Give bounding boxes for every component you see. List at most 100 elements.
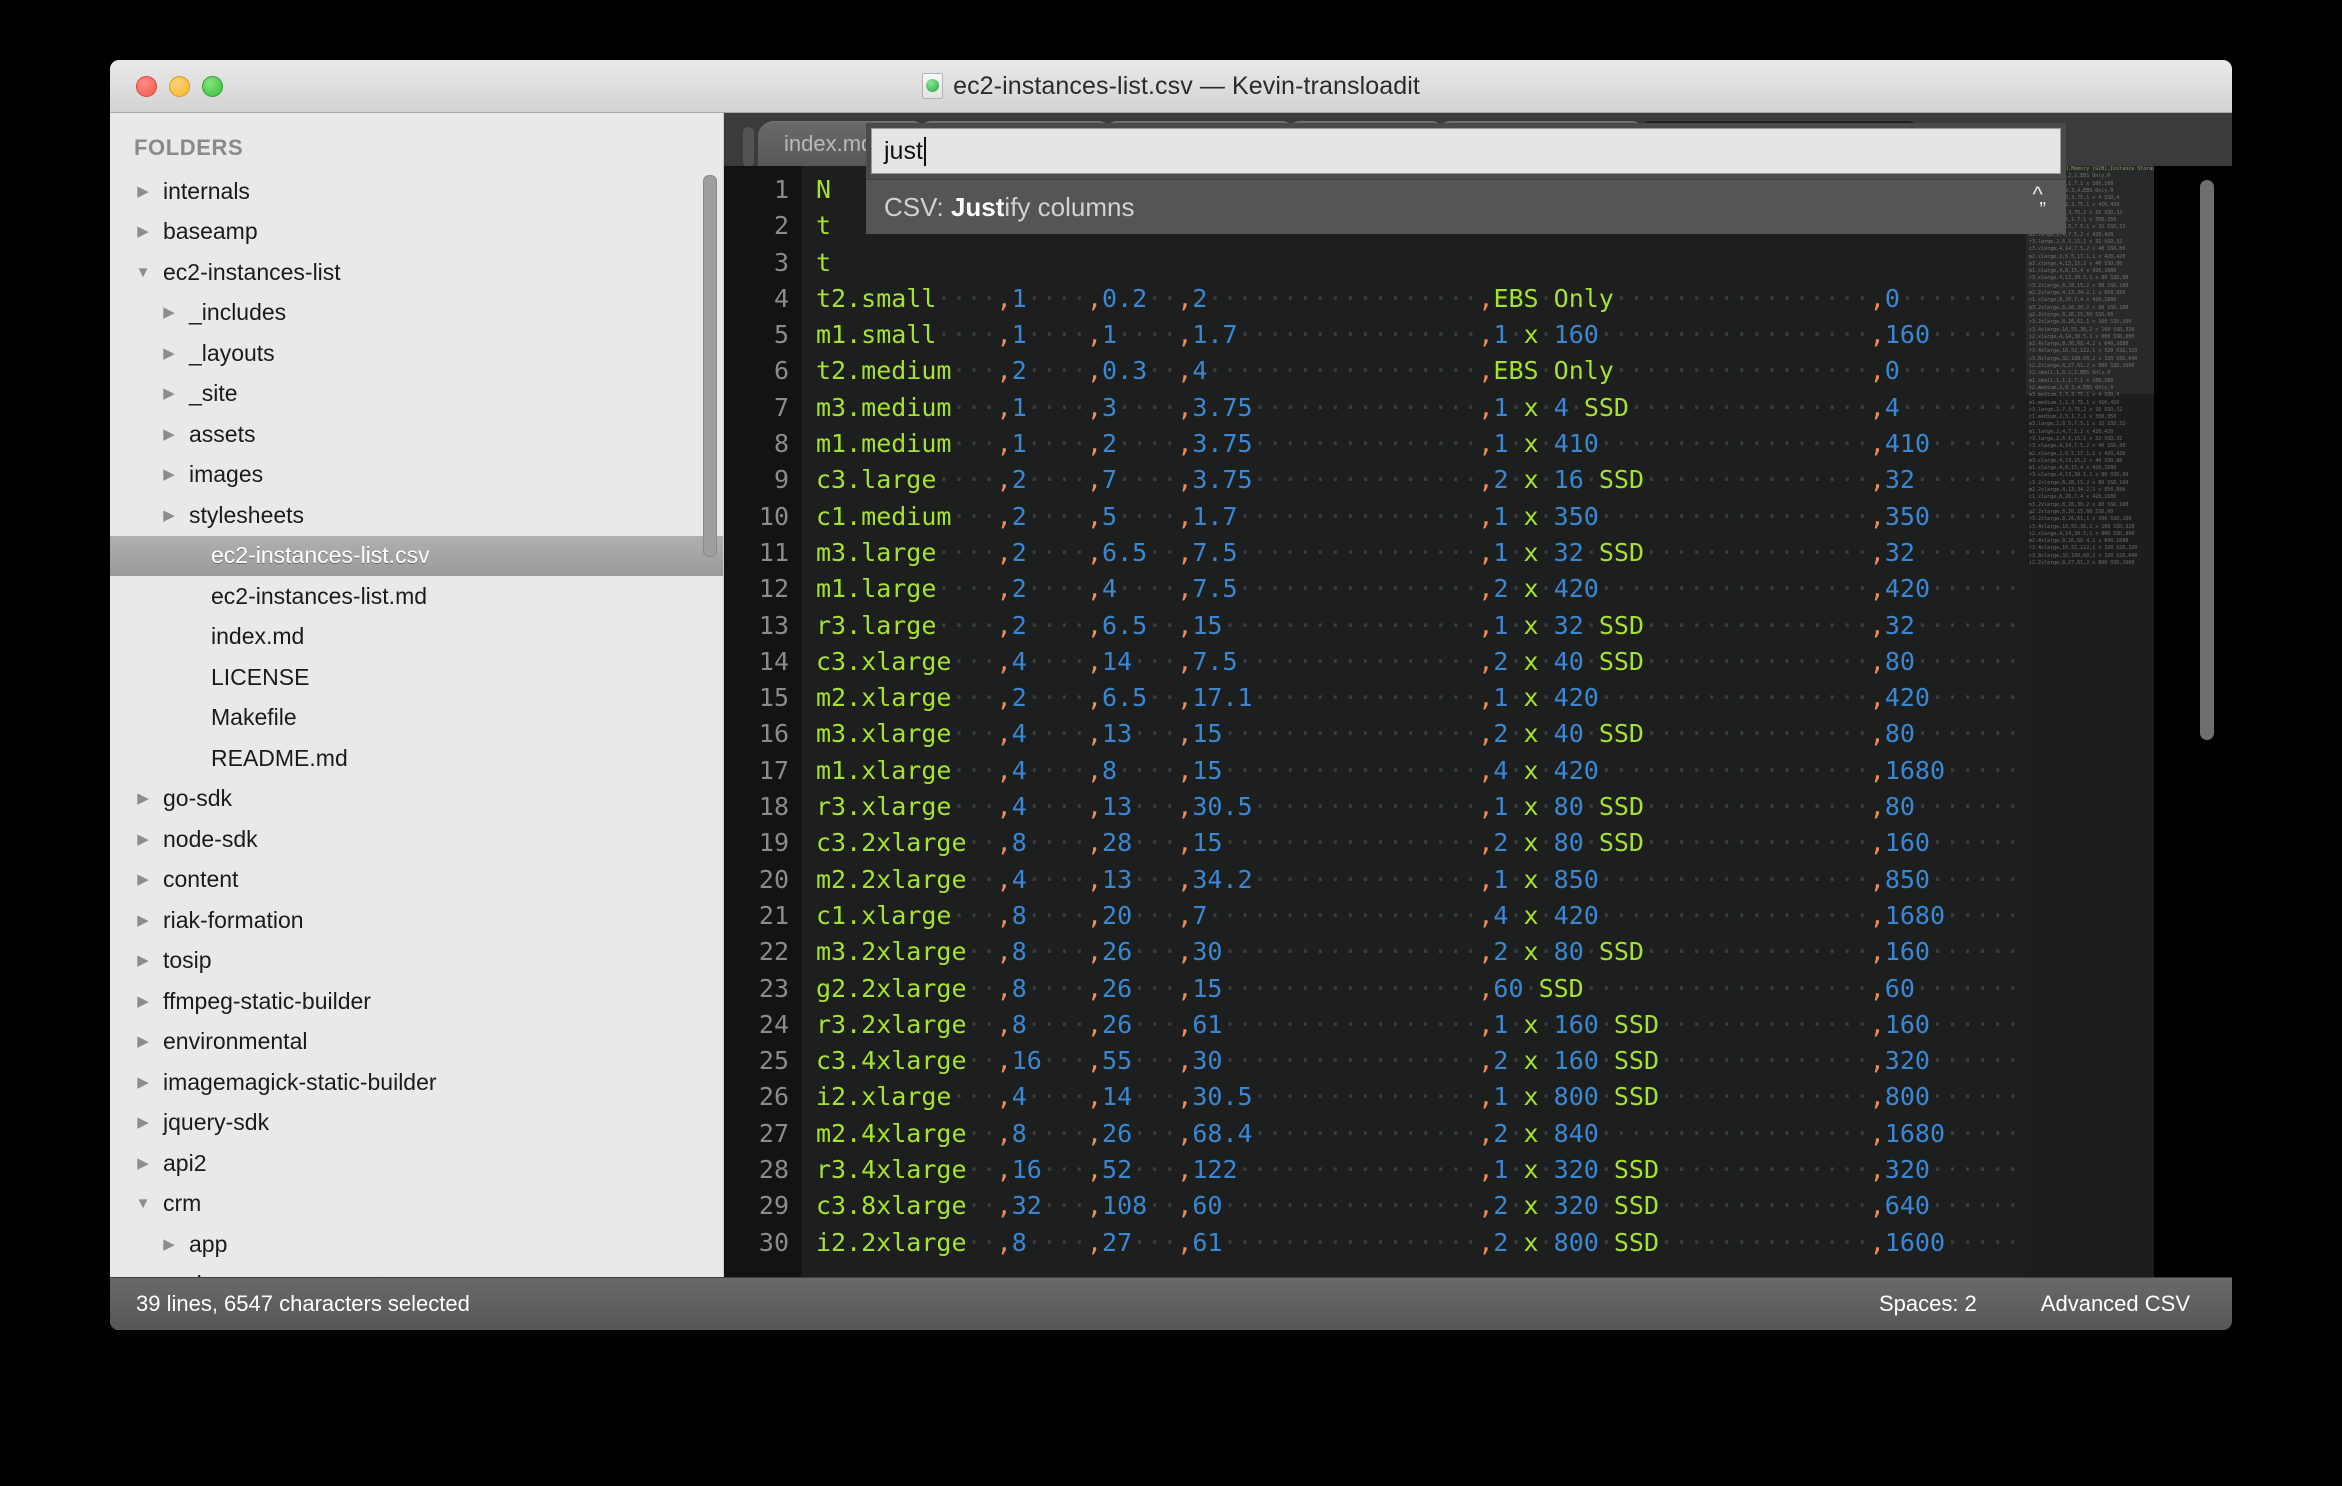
sidebar-item-label: _site xyxy=(189,380,238,407)
code-line: m1.medium···,1····,2····,3.75···········… xyxy=(816,429,2036,459)
sidebar-item-label: index.md xyxy=(211,623,305,650)
code-line: c3.large····,2····,7····,3.75···········… xyxy=(816,465,2036,495)
selection-status: 39 lines, 6547 characters selected xyxy=(136,1291,470,1316)
sidebar-folder-go-sdk[interactable]: ▶ go-sdk xyxy=(110,779,723,820)
sidebar-folder-node-sdk[interactable]: ▶ node-sdk xyxy=(110,819,723,860)
sidebar-folder-api2[interactable]: ▶ api2 xyxy=(110,1143,723,1184)
sidebar-item-label: Makefile xyxy=(211,704,297,731)
sidebar-folder-tosip[interactable]: ▶ tosip xyxy=(110,941,723,982)
window-controls[interactable] xyxy=(136,75,223,97)
minimap-line: i2.xlarge,4,14,30.5,1 x 800 SSD,800 xyxy=(2029,530,2135,537)
window-title-group: ec2-instances-list.csv — Kevin-transload… xyxy=(110,72,2232,101)
minimize-window-button[interactable] xyxy=(169,75,190,97)
minimap-line: m1.large,2,4,7.5,2 x 420,420 xyxy=(2029,428,2114,435)
sidebar-folder-crm[interactable]: ▼ crm xyxy=(110,1184,723,1225)
sidebar-folder-jquery-sdk[interactable]: ▶ jquery-sdk xyxy=(110,1103,723,1144)
chevron-right-icon: ▶ xyxy=(137,1073,149,1091)
sidebar-item-label: jquery-sdk xyxy=(163,1109,270,1136)
indentation-status[interactable]: Spaces: 2 xyxy=(1879,1291,1977,1317)
sidebar-file-ec2-instances-list-csv[interactable]: ec2-instances-list.csv xyxy=(110,535,723,576)
sidebar-folder-internals[interactable]: ▶ internals xyxy=(110,171,723,212)
sidebar-folder-content[interactable]: ▶ content xyxy=(110,860,723,901)
folder-tree: ▶ internals ▶ baseamp ▼ ec2-instances-list ▶ _i… xyxy=(110,171,723,1303)
sidebar-folder-images[interactable]: ▶ images xyxy=(110,455,723,496)
sidebar-file-ec2-instances-list-md[interactable]: ec2-instances-list.md xyxy=(110,576,723,617)
tab-scroll-left-handle[interactable] xyxy=(743,127,754,167)
sidebar-file-license[interactable]: LICENSE xyxy=(110,657,723,698)
command-palette-result-label: CSV: Justify columns xyxy=(884,192,1134,223)
code-text-area[interactable]: Nt t t2.small····,1····,0.2··,2···········… xyxy=(802,166,2232,1330)
minimap-line: c3.8xlarge,32,108,60,2 x 320 SSD,640 xyxy=(2029,552,2138,559)
sidebar-item-label: ec2-instances-list.md xyxy=(211,582,428,609)
chevron-down-icon: ▼ xyxy=(135,263,151,281)
window-title: ec2-instances-list.csv — Kevin-transload… xyxy=(953,71,1420,100)
sidebar-folder-riak-formation[interactable]: ▶ riak-formation xyxy=(110,900,723,941)
editor-vertical-scrollbar[interactable] xyxy=(2200,180,2214,740)
sidebar-item-label: _layouts xyxy=(189,339,275,366)
code-line: c3.8xlarge··,32···,108··,60·············… xyxy=(816,1191,2036,1221)
sidebar-file-readme-md[interactable]: README.md xyxy=(110,738,723,779)
minimap-line: c3.large,2,7,3.75,2 x 16 SSD,32 xyxy=(2029,406,2123,413)
chevron-right-icon: ▶ xyxy=(163,425,175,443)
sidebar-folder-ec2-instances-list[interactable]: ▼ ec2-instances-list xyxy=(110,252,723,293)
code-line: i2.xlarge···,4····,14···,30.5···········… xyxy=(816,1082,2036,1112)
sidebar-item-label: README.md xyxy=(211,744,348,771)
code-line: m2.4xlarge··,8····,26···,68.4···········… xyxy=(816,1118,2036,1148)
code-line: c3.2xlarge··,8····,28···,15·············… xyxy=(816,828,2036,858)
code-line: r3.4xlarge··,16···,52···,122············… xyxy=(816,1155,2036,1185)
sidebar-folder--includes[interactable]: ▶ _includes xyxy=(110,293,723,334)
minimap-line: r3.2xlarge,8,26,61,1 x 160 SSD,160 xyxy=(2029,516,2132,523)
sidebar-folder-app[interactable]: ▶ app xyxy=(110,1224,723,1265)
sidebar-vertical-scrollbar[interactable] xyxy=(703,175,717,557)
line-number: 24 xyxy=(758,1009,789,1039)
minimap-line: m3.2xlarge,8,26,30,2 x 80 SSD,160 xyxy=(2029,501,2129,508)
window-body: FOLDERS ▶ internals ▶ baseamp ▼ ec2-instances… xyxy=(110,113,2232,1330)
code-line: t xyxy=(816,247,832,277)
line-number: 29 xyxy=(758,1191,789,1221)
code-minimap[interactable]: Name,vCPU,ECU,Memory (GiB),Instance Stor… xyxy=(2026,166,2154,1330)
code-line: c3.4xlarge··,16···,55···,30·············… xyxy=(816,1046,2036,1076)
line-number: 10 xyxy=(758,501,789,531)
command-palette-input[interactable]: just xyxy=(871,128,2061,174)
minimap-line: m1.medium,1,2,3.75,1 x 410,410 xyxy=(2029,399,2120,406)
line-number: 28 xyxy=(758,1155,789,1185)
result-match: Just xyxy=(950,191,1005,222)
window-titlebar[interactable]: ec2-instances-list.csv — Kevin-transload… xyxy=(110,60,2232,113)
code-line: r3.xlarge···,4····,13···,30.5···········… xyxy=(816,792,2036,822)
code-line: g2.2xlarge··,8····,26···,15·············… xyxy=(816,973,2036,1003)
chevron-down-icon: ▼ xyxy=(135,1195,151,1213)
result-suffix: ify columns xyxy=(1004,191,1135,222)
sidebar-item-label: environmental xyxy=(163,1028,308,1055)
chevron-right-icon: ▶ xyxy=(163,1235,175,1253)
command-palette[interactable]: just CSV: Justify columns ^ ” xyxy=(866,123,2066,234)
chevron-right-icon: ▶ xyxy=(137,830,149,848)
maximize-window-button[interactable] xyxy=(202,75,223,97)
sidebar-folder-imagemagick-static-builder[interactable]: ▶ imagemagick-static-builder xyxy=(110,1062,723,1103)
sidebar-item-label: baseamp xyxy=(163,218,258,245)
code-line: c3.xlarge···,4····,14···,7.5············… xyxy=(816,646,2036,676)
csv-document-icon xyxy=(922,73,944,99)
chevron-right-icon: ▶ xyxy=(163,506,175,524)
sidebar-folder-stylesheets[interactable]: ▶ stylesheets xyxy=(110,495,723,536)
syntax-status[interactable]: Advanced CSV xyxy=(2041,1291,2190,1317)
sidebar-folder--site[interactable]: ▶ _site xyxy=(110,374,723,415)
minimap-line: m2.2xlarge,4,13,34.2,1 x 850,850 xyxy=(2029,487,2126,494)
chevron-right-icon: ▶ xyxy=(163,385,175,403)
sidebar-item-label: node-sdk xyxy=(163,825,258,852)
close-window-button[interactable] xyxy=(136,75,157,97)
sidebar-file-makefile[interactable]: Makefile xyxy=(110,698,723,739)
sidebar-folder-ffmpeg-static-builder[interactable]: ▶ ffmpeg-static-builder xyxy=(110,981,723,1022)
chevron-right-icon: ▶ xyxy=(137,1114,149,1132)
sidebar-item-label: imagemagick-static-builder xyxy=(163,1068,437,1095)
command-palette-result-row[interactable]: CSV: Justify columns ^ ” xyxy=(866,179,2066,234)
sidebar-folder-baseamp[interactable]: ▶ baseamp xyxy=(110,212,723,253)
line-number: 13 xyxy=(758,610,789,640)
sidebar-folder--layouts[interactable]: ▶ _layouts xyxy=(110,333,723,374)
sidebar-file-index-md[interactable]: index.md xyxy=(110,617,723,658)
sublime-text-window: ec2-instances-list.csv — Kevin-transload… xyxy=(110,60,2232,1330)
line-number: 26 xyxy=(758,1082,789,1112)
line-number: 5 xyxy=(773,320,789,350)
sidebar-folder-environmental[interactable]: ▶ environmental xyxy=(110,1022,723,1063)
chevron-right-icon: ▶ xyxy=(137,952,149,970)
sidebar-folder-assets[interactable]: ▶ assets xyxy=(110,414,723,455)
